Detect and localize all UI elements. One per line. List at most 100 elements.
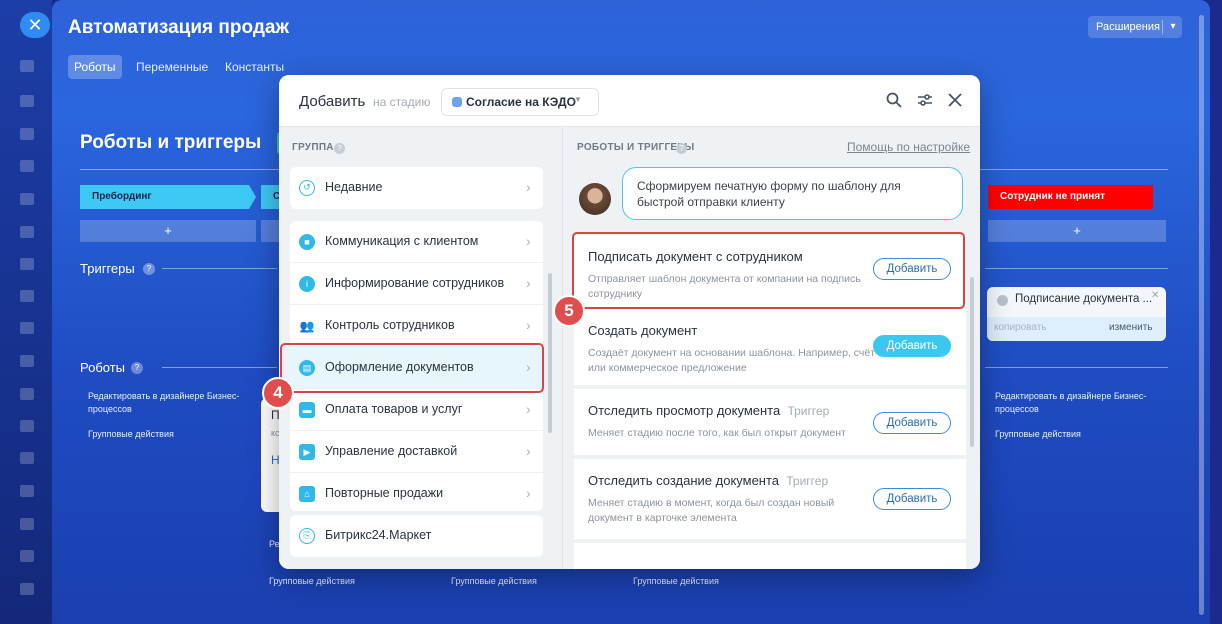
menu-icon[interactable]	[20, 550, 34, 562]
group-item-employee-control[interactable]: 👥 Контроль сотрудников ›	[290, 305, 543, 347]
stage-select[interactable]: Согласие на КЭДО ▼	[441, 88, 599, 116]
window-title: Автоматизация продаж	[68, 17, 289, 38]
menu-icon[interactable]	[20, 95, 34, 107]
menu-icon[interactable]	[20, 355, 34, 367]
robot-card-title: Отследить просмотр документа Триггер	[588, 403, 829, 418]
group-item-label: Оплата товаров и услуг	[325, 402, 463, 416]
group-list: ↺ Недавние ›	[290, 167, 543, 209]
chevron-down-icon[interactable]: ▾	[1166, 16, 1180, 38]
menu-icon[interactable]	[20, 193, 34, 205]
group-item-payments[interactable]: ▬ Оплата товаров и услуг ›	[290, 389, 543, 431]
tab-robots[interactable]: Роботы	[68, 55, 122, 79]
menu-icon[interactable]	[20, 160, 34, 172]
close-icon[interactable]	[946, 91, 964, 109]
wallet-icon: ▬	[299, 402, 315, 418]
group-item-employee-info[interactable]: i Информирование сотрудников ›	[290, 263, 543, 305]
step-badge: 4	[262, 377, 294, 409]
scrollbar[interactable]	[1199, 15, 1204, 615]
divider	[162, 268, 277, 269]
scrollbar[interactable]	[548, 273, 552, 433]
menu-icon[interactable]	[20, 420, 34, 432]
menu-icon[interactable]	[20, 583, 34, 595]
help-link[interactable]: Помощь по настройке	[847, 140, 970, 154]
group-item-communication[interactable]: ■ Коммуникация с клиентом ›	[290, 221, 543, 263]
group-actions-link[interactable]: Групповые действия	[451, 575, 537, 588]
close-icon[interactable]: ✕	[20, 12, 50, 38]
stage-column-header[interactable]: С	[261, 185, 280, 209]
robot-card-create-document[interactable]: Создать документ Создаёт документ на осн…	[574, 309, 966, 385]
group-actions-link[interactable]: Групповые действия	[633, 575, 719, 588]
menu-icon[interactable]	[20, 322, 34, 334]
robot-card[interactable]	[574, 543, 966, 569]
shop-icon: ⌂	[299, 486, 315, 502]
help-icon[interactable]: ?	[676, 143, 687, 154]
highlight-frame	[280, 343, 544, 393]
add-button[interactable]: Добавить	[873, 412, 951, 434]
scrollbar[interactable]	[970, 277, 974, 447]
help-icon[interactable]: ?	[334, 143, 345, 154]
group-item-label: Недавние	[325, 180, 383, 194]
group-actions-link[interactable]: Групповые действия	[88, 428, 174, 441]
trigger-card-view-document[interactable]: Отследить просмотр документа Триггер Мен…	[574, 389, 966, 455]
menu-icon[interactable]	[20, 60, 34, 72]
chat-icon: ■	[299, 234, 315, 250]
group-item-label: Коммуникация с клиентом	[325, 234, 479, 248]
divider	[985, 268, 1168, 269]
help-icon[interactable]: ?	[143, 263, 155, 275]
robot-card-desc: Меняет стадию в момент, когда был создан…	[588, 497, 835, 524]
add-robot-button[interactable]: +	[80, 220, 256, 242]
chevron-right-icon: ›	[526, 443, 531, 459]
chevron-right-icon: ›	[526, 275, 531, 291]
market-icon: ⎘	[299, 528, 315, 544]
group-title: ГРУППА	[292, 142, 334, 153]
triggers-label: Триггеры	[80, 261, 135, 276]
clock-icon: ↺	[299, 180, 315, 196]
trigger-card-create-document[interactable]: Отследить создание документа Триггер Мен…	[574, 459, 966, 539]
avatar	[579, 183, 611, 215]
menu-icon[interactable]	[20, 452, 34, 464]
group-item-recent[interactable]: ↺ Недавние ›	[290, 167, 543, 209]
menu-icon[interactable]	[20, 128, 34, 140]
add-robot-button[interactable]	[261, 220, 279, 242]
menu-icon[interactable]	[20, 290, 34, 302]
designer-link[interactable]: Редактировать в дизайнере Бизнес-процесс…	[995, 390, 1155, 416]
divider	[162, 367, 277, 368]
truck-icon: ▶	[299, 444, 315, 460]
stage-column-header[interactable]: Пребординг	[80, 185, 256, 209]
group-item-repeat-sales[interactable]: ⌂ Повторные продажи ›	[290, 473, 543, 515]
info-icon: i	[299, 276, 315, 292]
edit-link[interactable]: изменить	[1109, 322, 1153, 333]
close-icon[interactable]: ✕	[1151, 290, 1159, 301]
menu-icon[interactable]	[20, 258, 34, 270]
left-sidebar: ✕	[0, 0, 52, 624]
designer-link[interactable]: Редактировать в дизайнере Бизнес-процесс…	[88, 390, 248, 416]
search-icon[interactable]	[885, 91, 903, 109]
trigger-icon	[997, 295, 1008, 306]
group-actions-link[interactable]: Групповые действия	[269, 575, 355, 588]
robot-card-desc: Меняет стадию после того, как был открыт…	[588, 427, 846, 439]
add-button[interactable]: Добавить	[873, 335, 951, 357]
dialog-header: Добавить на стадию Согласие на КЭДО ▼	[279, 75, 980, 127]
menu-icon[interactable]	[20, 226, 34, 238]
group-actions-link[interactable]: Групповые действия	[995, 428, 1081, 441]
filter-icon[interactable]	[916, 91, 934, 109]
group-item-delivery[interactable]: ▶ Управление доставкой ›	[290, 431, 543, 473]
group-item-label: Повторные продажи	[325, 486, 444, 500]
chevron-right-icon: ›	[526, 485, 531, 501]
copy-link[interactable]: копировать	[994, 322, 1047, 333]
stage-column-header[interactable]: Сотрудник не принят	[988, 185, 1153, 209]
add-robot-button[interactable]: +	[988, 220, 1166, 242]
group-item-label: Контроль сотрудников	[325, 318, 455, 332]
menu-icon[interactable]	[20, 518, 34, 530]
help-icon[interactable]: ?	[131, 362, 143, 374]
menu-icon[interactable]	[20, 485, 34, 497]
menu-icon[interactable]	[20, 388, 34, 400]
chevron-right-icon: ›	[526, 179, 531, 195]
group-item-label: Битрикс24.Маркет	[325, 528, 432, 542]
group-item-market[interactable]: ⎘ Битрикс24.Маркет	[290, 515, 543, 557]
add-button[interactable]: Добавить	[873, 488, 951, 510]
divider	[985, 367, 1168, 368]
group-item-label: Управление доставкой	[325, 444, 458, 458]
trigger-card[interactable]: Подписание документа ... ✕ копировать из…	[987, 287, 1166, 341]
tab-variables[interactable]: Переменные	[130, 55, 214, 79]
